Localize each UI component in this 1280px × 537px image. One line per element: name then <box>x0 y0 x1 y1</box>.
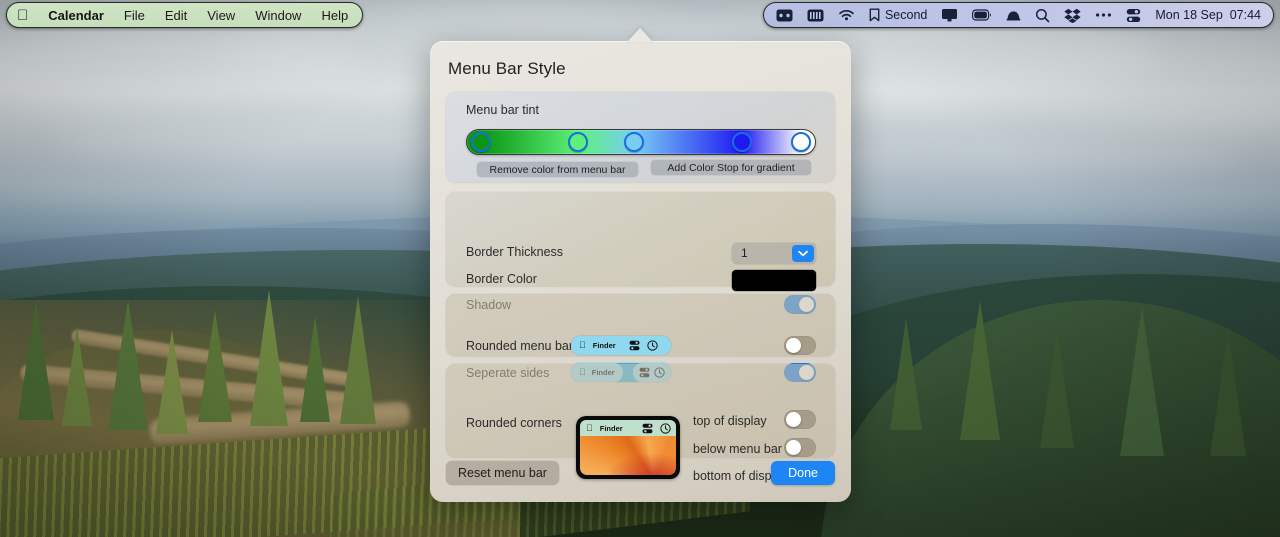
border-thickness-label: Border Thickness <box>466 245 564 259</box>
battery-icon[interactable] <box>972 9 992 21</box>
bookmark-label: Second <box>884 8 928 22</box>
pine-tree <box>340 296 376 424</box>
border-color-swatch[interactable] <box>732 270 816 291</box>
rounded-menu-bar-preview[interactable]:  Finder <box>571 336 671 355</box>
chevron-down-icon[interactable] <box>792 245 814 262</box>
rounded-menu-bar-label: Rounded menu bar <box>466 339 574 353</box>
ellipsis-icon[interactable] <box>1095 12 1112 18</box>
preview-app-name: Finder <box>593 423 623 433</box>
pine-tree <box>960 300 1000 440</box>
bookmark-icon <box>869 8 880 22</box>
desktop-wallpaper:  Calendar File Edit View Window Help Se <box>0 0 1280 537</box>
dropbox-icon[interactable] <box>1064 8 1082 23</box>
pine-tree <box>1210 330 1246 456</box>
pine-tree <box>108 300 148 430</box>
apple-logo-icon:  <box>579 341 586 350</box>
clock-icon <box>659 422 671 434</box>
battery-bars-icon[interactable] <box>807 9 824 22</box>
below-menu-bar-label: below menu bar <box>693 442 782 456</box>
border-section: Border Thickness Border Color Shadow 1 <box>446 192 835 314</box>
menu-bar:  Calendar File Edit View Window Help Se <box>0 0 1280 30</box>
display-icon[interactable] <box>941 8 958 22</box>
border-thickness-value: 1 <box>741 246 748 260</box>
reset-menu-bar-button[interactable]: Reset menu bar <box>446 461 559 485</box>
pine-tree <box>1120 306 1164 456</box>
page-title: Menu Bar Style <box>448 59 566 78</box>
top-of-display-toggle[interactable] <box>784 410 816 429</box>
pine-tree <box>890 318 922 430</box>
border-thickness-stepper[interactable]: 1 <box>732 243 816 264</box>
display-corners-preview[interactable]:  Finder <box>576 416 680 479</box>
apple-logo-icon:  <box>586 423 593 433</box>
below-menu-bar-toggle[interactable] <box>784 438 816 457</box>
menu-app-name[interactable]: Calendar <box>48 8 104 23</box>
menu-item-help[interactable]: Help <box>321 8 348 23</box>
menu-bar-tint-label: Menu bar tint <box>466 103 539 117</box>
toggle-knob <box>786 338 801 353</box>
menu-item-window[interactable]: Window <box>255 8 301 23</box>
menu-bar-left-pill:  Calendar File Edit View Window Help <box>6 2 364 28</box>
toggle-knob <box>786 440 801 455</box>
rounded-corners-label: Rounded corners <box>466 416 562 430</box>
rounded-corners-section: Rounded corners  Finder top of display … <box>446 364 835 484</box>
preview-menu-bar:  Finder <box>580 420 676 436</box>
border-color-label: Border Color <box>466 272 537 286</box>
pine-tree <box>198 310 232 422</box>
search-icon[interactable] <box>1035 8 1050 23</box>
menu-bar-right-pill: Second Mon 18 Sep 07:44 <box>762 2 1274 28</box>
menu-item-file[interactable]: File <box>124 8 145 23</box>
preview-app-name: Finder <box>586 341 616 350</box>
gradient-slider-track[interactable] <box>466 129 816 155</box>
menu-bar-tint-section: Menu bar tint Remove color from menu bar… <box>446 92 835 182</box>
rounded-menu-bar-toggle[interactable] <box>784 336 816 355</box>
popover-arrow <box>627 28 653 42</box>
control-center-icon <box>629 340 640 351</box>
rounded-menu-bar-section: Rounded menu bar Seperate sides  Finder… <box>446 294 835 382</box>
gradient-stop-4[interactable] <box>731 132 752 152</box>
control-center-icon[interactable] <box>1126 8 1141 23</box>
add-color-stop-button[interactable]: Add Color Stop for gradient <box>651 160 811 175</box>
pine-tree <box>156 330 188 434</box>
control-center-icon <box>642 423 653 434</box>
preview-wallpaper <box>580 436 676 475</box>
done-button[interactable]: Done <box>771 461 835 485</box>
menu-bar-clock[interactable]: Mon 18 Sep 07:44 <box>1155 8 1261 22</box>
remove-color-button[interactable]: Remove color from menu bar <box>477 162 638 177</box>
gradient-stop-1[interactable] <box>470 132 491 152</box>
focus-bell-icon[interactable] <box>1006 8 1021 22</box>
pine-tree <box>300 316 330 422</box>
pine-tree <box>250 290 288 426</box>
pine-tree <box>18 300 54 420</box>
menu-bar-style-popover: Menu Bar Style Menu bar tint Remove colo… <box>430 41 851 502</box>
menu-item-edit[interactable]: Edit <box>165 8 187 23</box>
gradient-stop-5[interactable] <box>791 132 812 152</box>
wifi-icon[interactable] <box>838 9 855 22</box>
menu-item-view[interactable]: View <box>207 8 235 23</box>
pine-tree <box>1040 330 1074 448</box>
bookmark-status-item[interactable]: Second <box>869 8 927 22</box>
top-of-display-label: top of display <box>693 414 767 428</box>
clock-icon <box>646 340 658 351</box>
pine-tree <box>62 326 92 426</box>
toggle-knob <box>786 412 801 427</box>
gradient-stop-2[interactable] <box>568 132 589 152</box>
gradient-stop-3[interactable] <box>624 132 645 152</box>
video-camera-icon[interactable] <box>776 9 793 22</box>
apple-logo-icon[interactable]:  <box>17 8 28 23</box>
